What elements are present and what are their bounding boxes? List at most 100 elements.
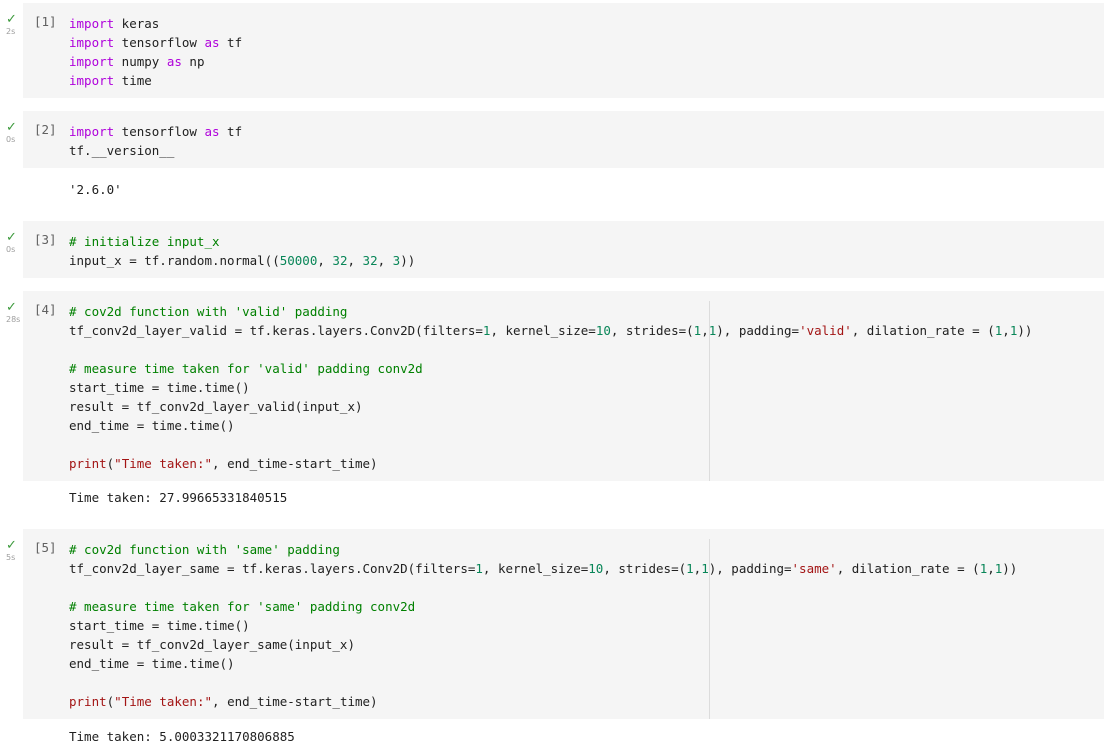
- run-success-check-icon: ✓: [6, 12, 17, 27]
- execution-count: [3]: [34, 232, 57, 247]
- code-token: input_x = tf.random.normal((: [69, 253, 280, 268]
- code-token: time: [114, 73, 152, 88]
- code-token: as: [204, 35, 220, 50]
- code-token: 'same': [791, 561, 837, 576]
- execution-count: [2]: [34, 122, 57, 137]
- run-duration: 2s: [6, 27, 16, 36]
- run-success-check-icon: ✓: [6, 300, 17, 315]
- code-token: # cov2d function with 'same' padding: [69, 542, 340, 557]
- code-line: # cov2d function with 'same' padding: [69, 540, 1017, 559]
- notebook-cell[interactable]: ✓ 0s [2] import tensorflow as tf tf.__ver…: [0, 111, 1104, 203]
- code-lines: # initialize input_x input_x = tf.random.…: [69, 232, 415, 270]
- code-lines: import keras import tensorflow as tf impor…: [69, 14, 242, 90]
- code-line: # cov2d function with 'valid' padding: [69, 302, 1032, 321]
- code-line: import keras: [69, 14, 242, 33]
- notebook-cell[interactable]: ✓ 28s [4] # cov2d function with 'valid' …: [0, 291, 1104, 519]
- code-lines: # cov2d function with 'same' padding tf_c…: [69, 540, 1017, 711]
- code-token: ), padding=: [708, 561, 792, 576]
- cell-output: Time taken: 27.99665331840515: [69, 490, 288, 505]
- code-token: ,: [347, 253, 363, 268]
- code-token: result = tf_conv2d_layer_valid(input_x): [69, 399, 363, 414]
- code-token: tensorflow: [114, 35, 205, 50]
- code-token: ), padding=: [716, 323, 800, 338]
- code-line: tf_conv2d_layer_same = tf.keras.layers.C…: [69, 559, 1017, 578]
- execution-count: [1]: [34, 14, 57, 29]
- notebook-cell[interactable]: ✓ 0s [3] # initialize input_x input_x = t…: [0, 221, 1104, 279]
- code-token: end_time = time.time(): [69, 418, 235, 433]
- cell-output: Time taken: 5.0003321170806885: [69, 729, 295, 744]
- code-token: import: [69, 54, 115, 69]
- code-token: start_time = time.time(): [69, 380, 250, 395]
- notebook-cell[interactable]: ✓ 2s [1] import keras import tensorflow a…: [0, 3, 1104, 99]
- code-token: ,: [1002, 323, 1010, 338]
- code-token: 50000: [279, 253, 318, 268]
- code-line: start_time = time.time(): [69, 616, 1017, 635]
- code-token: start_time = time.time(): [69, 618, 250, 633]
- code-token: "Time taken:": [114, 694, 213, 709]
- run-duration: 0s: [6, 245, 16, 254]
- code-line: # measure time taken for 'valid' padding…: [69, 359, 1032, 378]
- code-token: , strides=(: [610, 323, 694, 338]
- code-line: tf.__version__: [69, 141, 242, 160]
- code-token: , end_time-start_time): [212, 694, 378, 709]
- code-line: import tensorflow as tf: [69, 122, 242, 141]
- code-token: print: [69, 456, 107, 471]
- code-line: start_time = time.time(): [69, 378, 1032, 397]
- code-token: import: [69, 73, 115, 88]
- code-token: end_time = time.time(): [69, 656, 235, 671]
- code-token: 10: [588, 561, 604, 576]
- code-token: import: [69, 16, 115, 31]
- code-token: tensorflow: [114, 124, 205, 139]
- run-duration: 28s: [6, 315, 21, 324]
- code-line: result = tf_conv2d_layer_valid(input_x): [69, 397, 1032, 416]
- code-line: end_time = time.time(): [69, 654, 1017, 673]
- code-token: 1: [701, 561, 709, 576]
- code-token: )): [1002, 561, 1018, 576]
- code-lines: # cov2d function with 'valid' padding tf_…: [69, 302, 1032, 473]
- code-token: keras: [114, 16, 160, 31]
- code-token: , kernel_size=: [482, 561, 589, 576]
- code-token: import: [69, 35, 115, 50]
- code-line: print("Time taken:", end_time-start_time…: [69, 692, 1017, 711]
- code-line: # initialize input_x: [69, 232, 415, 251]
- code-line: input_x = tf.random.normal((50000, 32, 3…: [69, 251, 415, 270]
- code-token: , dilation_rate = (: [851, 323, 995, 338]
- code-token: tf: [219, 124, 243, 139]
- code-token: # initialize input_x: [69, 234, 220, 249]
- cell-output: '2.6.0': [69, 182, 122, 197]
- run-duration: 0s: [6, 135, 16, 144]
- code-token: tf.__version__: [69, 143, 175, 158]
- code-line: import numpy as np: [69, 52, 242, 71]
- code-token: 1: [475, 561, 483, 576]
- code-line: print("Time taken:", end_time-start_time…: [69, 454, 1032, 473]
- code-token: tf: [219, 35, 243, 50]
- notebook-cell[interactable]: ✓ 5s [5] # cov2d function with 'same' pa…: [0, 529, 1104, 753]
- code-token: , end_time-start_time): [212, 456, 378, 471]
- run-success-check-icon: ✓: [6, 230, 17, 245]
- code-token: as: [166, 54, 182, 69]
- code-token: tf_conv2d_layer_valid = tf.keras.layers.…: [69, 323, 483, 338]
- code-token: , dilation_rate = (: [836, 561, 980, 576]
- code-token: ,: [701, 323, 709, 338]
- code-token: # cov2d function with 'valid' padding: [69, 304, 348, 319]
- code-token: 32: [362, 253, 378, 268]
- code-token: )): [400, 253, 416, 268]
- code-token: # measure time taken for 'valid' padding…: [69, 361, 423, 376]
- execution-count: [4]: [34, 302, 57, 317]
- code-token: import: [69, 124, 115, 139]
- run-success-check-icon: ✓: [6, 120, 17, 135]
- code-line: import tensorflow as tf: [69, 33, 242, 52]
- code-token: 32: [332, 253, 348, 268]
- code-line: tf_conv2d_layer_valid = tf.keras.layers.…: [69, 321, 1032, 340]
- code-token: np: [181, 54, 205, 69]
- code-token: as: [204, 124, 220, 139]
- code-token: ,: [987, 561, 995, 576]
- code-token: , strides=(: [603, 561, 687, 576]
- run-duration: 5s: [6, 553, 16, 562]
- code-token: # measure time taken for 'same' padding …: [69, 599, 416, 614]
- code-line: import time: [69, 71, 242, 90]
